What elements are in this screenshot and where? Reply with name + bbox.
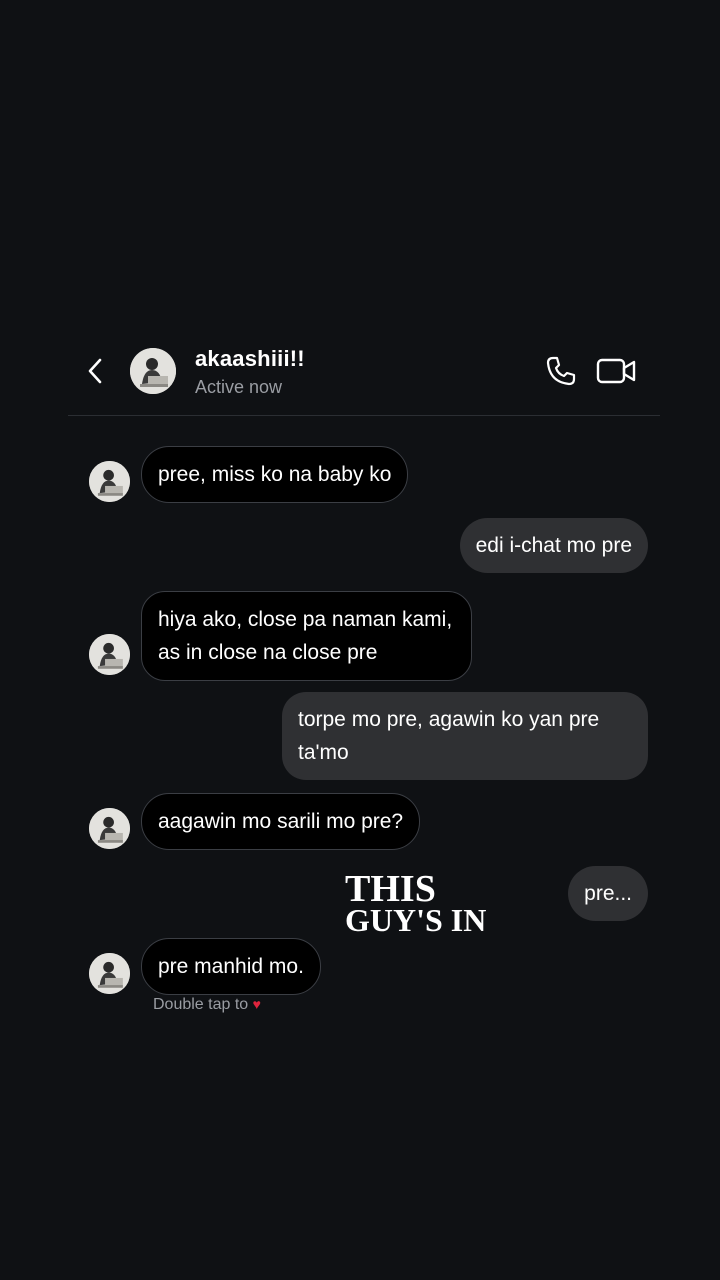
incoming-message[interactable]: hiya ako, close pa naman kami, as in clo… (141, 591, 472, 681)
incoming-message[interactable]: aagawin mo sarili mo pre? (141, 793, 421, 850)
video-caption-overlay: THIS GUY'S IN (345, 870, 486, 936)
double-tap-hint: Double tap to ♥ (153, 996, 261, 1014)
phone-icon (546, 356, 576, 386)
heart-icon: ♥ (252, 996, 261, 1012)
avatar-image (89, 808, 130, 849)
outgoing-message[interactable]: edi i-chat mo pre (459, 518, 648, 573)
chat-screen: akaashiii!! Active now pree, miss ko na … (0, 0, 720, 1280)
outgoing-message[interactable]: pre... (568, 866, 648, 921)
avatar-image (89, 634, 130, 675)
video-call-button[interactable] (596, 356, 638, 386)
sender-avatar[interactable] (89, 953, 130, 994)
sender-avatar[interactable] (89, 808, 130, 849)
outgoing-message[interactable]: torpe mo pre, agawin ko yan pre ta'mo (282, 692, 648, 780)
video-camera-icon (596, 358, 636, 384)
chat-header: akaashiii!! Active now (68, 330, 660, 416)
incoming-message[interactable]: pre manhid mo. (141, 938, 321, 995)
active-status: Active now (195, 377, 283, 397)
sender-avatar[interactable] (89, 634, 130, 675)
back-button[interactable] (82, 356, 108, 386)
audio-call-button[interactable] (544, 354, 578, 388)
caption-line-2: GUY'S IN (345, 902, 487, 938)
incoming-message[interactable]: pree, miss ko na baby ko (141, 446, 409, 503)
double-tap-text: Double tap to (153, 996, 249, 1013)
avatar-image (89, 953, 130, 994)
avatar-image (130, 348, 176, 394)
sender-avatar[interactable] (89, 461, 130, 502)
contact-name[interactable]: akaashiii!! (195, 346, 305, 372)
contact-avatar[interactable] (130, 348, 176, 394)
chevron-left-icon (88, 358, 102, 384)
avatar-image (89, 461, 130, 502)
